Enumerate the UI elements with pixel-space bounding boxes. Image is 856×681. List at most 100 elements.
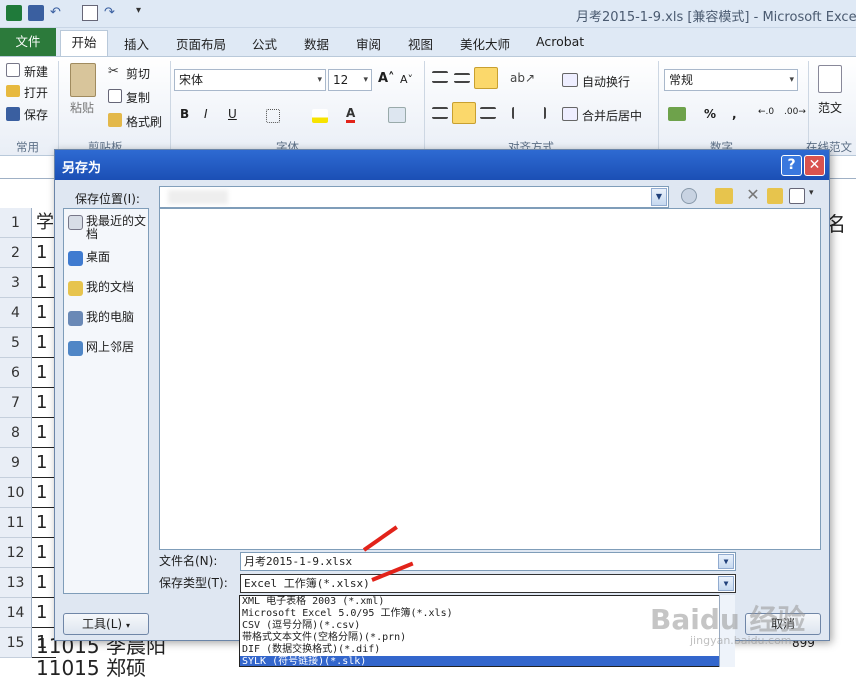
row-header[interactable]: 2 [0, 238, 32, 268]
row-header[interactable]: 14 [0, 598, 32, 628]
save-button[interactable]: 保存 [24, 106, 48, 123]
back-icon[interactable] [681, 188, 697, 204]
new-folder-icon[interactable] [767, 188, 783, 204]
save-icon[interactable] [28, 5, 44, 21]
new-button[interactable]: 新建 [24, 63, 48, 80]
cut-button[interactable]: 剪切 [126, 65, 150, 82]
tab-formulas[interactable]: 公式 [252, 34, 277, 53]
decrease-indent-icon[interactable] [512, 107, 526, 119]
template-icon[interactable] [818, 65, 842, 93]
percent-button[interactable]: % [704, 107, 716, 121]
help-button[interactable]: ? [781, 155, 802, 176]
tab-page-layout[interactable]: 页面布局 [176, 34, 226, 53]
views-icon[interactable] [789, 188, 805, 204]
new-doc-icon[interactable] [82, 5, 98, 21]
tools-button[interactable]: 工具(L) ▾ [63, 613, 149, 635]
shrink-font-icon[interactable]: A˅ [400, 73, 413, 86]
row-header[interactable]: 3 [0, 268, 32, 298]
tab-review[interactable]: 审阅 [356, 34, 381, 53]
tab-view[interactable]: 视图 [408, 34, 433, 53]
tab-insert[interactable]: 插入 [124, 34, 149, 53]
underline-button[interactable]: U [228, 107, 237, 121]
cell[interactable]: 1 [32, 448, 56, 478]
filename-input[interactable]: 月考2015-1-9.xlsx ▼ [240, 552, 736, 571]
wrap-text-button[interactable]: 自动换行 [582, 73, 630, 90]
cell[interactable]: 1 [32, 388, 56, 418]
align-middle-icon[interactable] [454, 73, 470, 83]
save-in-combo[interactable]: ▼ [159, 186, 669, 208]
format-painter-button[interactable]: 格式刷 [126, 113, 162, 130]
chevron-down-icon[interactable]: ▼ [718, 576, 734, 591]
chevron-down-icon[interactable]: ▾ [809, 188, 827, 204]
row-header[interactable]: 8 [0, 418, 32, 448]
orientation-icon[interactable]: ab↗ [510, 71, 535, 85]
grow-font-icon[interactable]: A˄ [378, 71, 395, 86]
row-header[interactable]: 7 [0, 388, 32, 418]
row-header[interactable]: 11 [0, 508, 32, 538]
tab-data[interactable]: 数据 [304, 34, 329, 53]
increase-indent-icon[interactable] [532, 107, 546, 119]
cell[interactable]: 1 [32, 238, 56, 268]
number-format-combo[interactable]: 常规 ▾ [664, 69, 798, 91]
close-button[interactable]: ✕ [804, 155, 825, 176]
font-color-icon[interactable]: A [346, 107, 356, 123]
align-center-icon[interactable] [452, 102, 476, 124]
phonetic-icon[interactable] [388, 107, 406, 123]
tab-acrobat[interactable]: Acrobat [536, 34, 584, 49]
copy-button[interactable]: 复制 [126, 89, 150, 106]
row-header[interactable]: 6 [0, 358, 32, 388]
cell[interactable]: 1 [32, 298, 56, 328]
font-size-combo[interactable]: 12 ▾ [328, 69, 372, 91]
comma-button[interactable]: , [732, 107, 737, 121]
cell[interactable]: 学 [32, 208, 56, 238]
tab-beautify[interactable]: 美化大师 [460, 34, 510, 53]
decrease-decimal-icon[interactable]: .00→ [784, 107, 806, 117]
cell[interactable]: 1 [32, 478, 56, 508]
fill-color-icon[interactable] [312, 109, 328, 123]
row-header[interactable]: 9 [0, 448, 32, 478]
cell[interactable]: 1 [32, 598, 56, 628]
align-bottom-icon[interactable] [474, 67, 498, 89]
tab-home[interactable]: 开始 [60, 30, 108, 56]
undo-icon[interactable]: ↶ [50, 5, 66, 21]
bold-button[interactable]: B [180, 107, 189, 121]
cell[interactable]: 1 [32, 268, 56, 298]
row-header[interactable]: 1 [0, 208, 32, 238]
dialog-title-bar[interactable]: 另存为 ? ✕ [55, 150, 829, 180]
row-header[interactable]: 12 [0, 538, 32, 568]
cell[interactable]: 1 [32, 418, 56, 448]
redo-icon[interactable]: ↷ [104, 5, 120, 21]
chevron-down-icon[interactable]: ▼ [718, 554, 734, 569]
align-left-icon[interactable] [432, 107, 448, 119]
italic-button[interactable]: I [204, 107, 208, 121]
customize-qat-icon[interactable]: ▾ [136, 5, 152, 21]
cell[interactable]: 1 [32, 358, 56, 388]
cell[interactable]: 1 [32, 508, 56, 538]
borders-icon[interactable] [266, 109, 280, 123]
paste-button[interactable]: 粘贴 [70, 99, 94, 116]
file-list[interactable] [159, 208, 821, 550]
delete-icon[interactable]: ✕ [745, 186, 761, 204]
row-header[interactable]: 4 [0, 298, 32, 328]
filetype-option-selected[interactable]: SYLK (符号链接)(*.slk) [240, 656, 734, 666]
currency-icon[interactable] [668, 107, 686, 121]
align-right-icon[interactable] [480, 107, 496, 119]
cell[interactable]: 1 [32, 568, 56, 598]
font-name-combo[interactable]: 宋体 ▾ [174, 69, 326, 91]
template-button[interactable]: 范文 [818, 99, 842, 116]
row-header[interactable]: 13 [0, 568, 32, 598]
cell[interactable]: 1 [32, 328, 56, 358]
increase-decimal-icon[interactable]: ←.0 [758, 107, 774, 117]
chevron-down-icon[interactable]: ▼ [651, 188, 667, 206]
row-header[interactable]: 10 [0, 478, 32, 508]
up-folder-icon[interactable] [715, 188, 733, 204]
filetype-select[interactable]: Excel 工作簿(*.xlsx) ▼ [240, 574, 736, 593]
merge-center-button[interactable]: 合并后居中 [582, 107, 642, 124]
align-top-icon[interactable] [432, 71, 448, 83]
tab-file[interactable]: 文件 [0, 28, 56, 56]
open-button[interactable]: 打开 [24, 84, 48, 101]
cell[interactable]: 1 [32, 538, 56, 568]
row-header[interactable]: 5 [0, 328, 32, 358]
row-header[interactable]: 15 [0, 628, 32, 658]
filetype-option[interactable]: DIF (数据交换格式)(*.dif) [240, 644, 734, 656]
